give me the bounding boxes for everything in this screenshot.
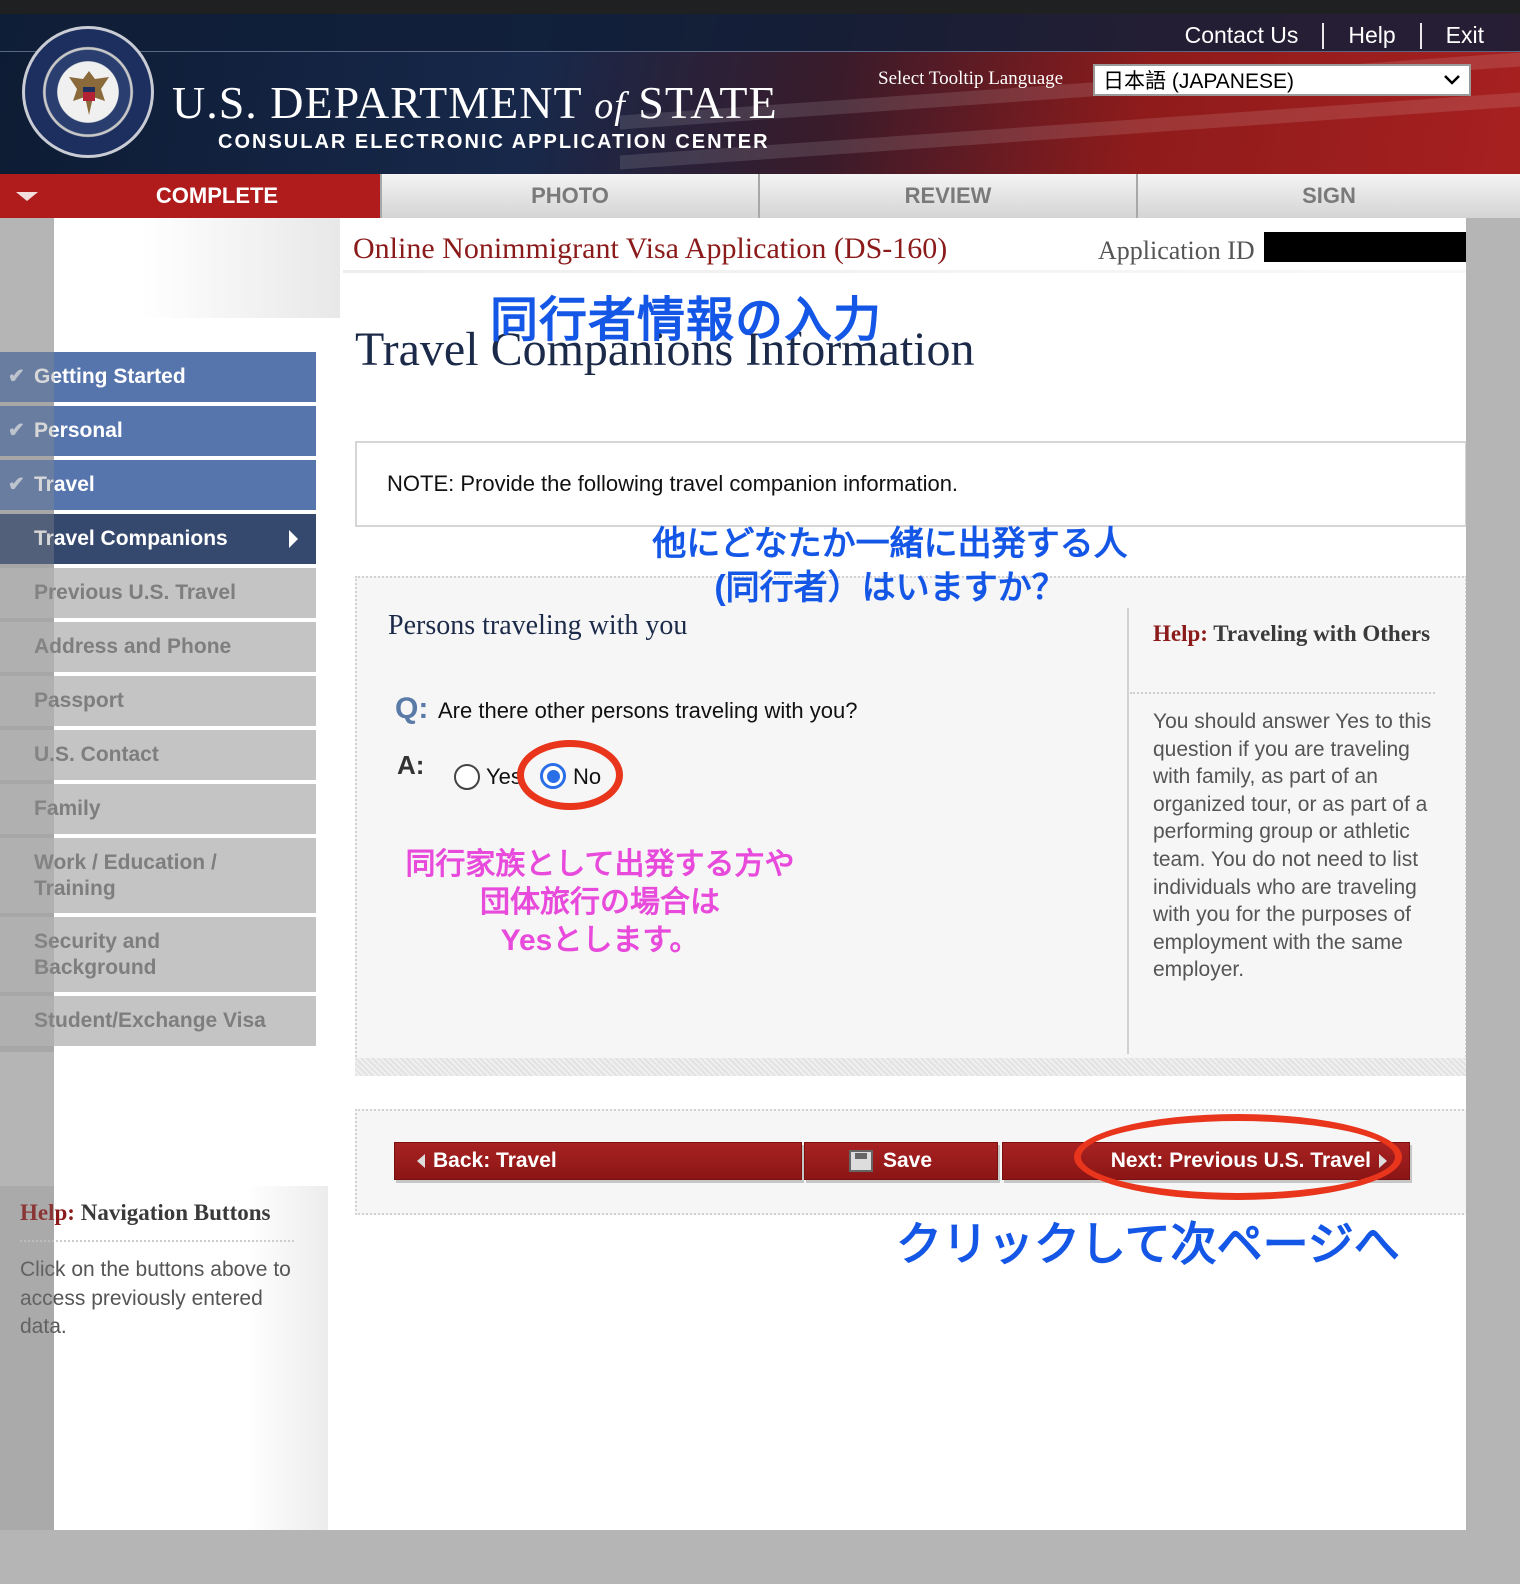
annotation-title-jp: 同行者情報の入力 — [490, 294, 883, 347]
sidebar-item-address-phone: Address and Phone — [0, 622, 316, 672]
check-icon: ✔ — [8, 365, 25, 388]
caret-right-icon — [289, 530, 298, 548]
right-margin — [1466, 218, 1520, 1584]
note-box: NOTE: Provide the following travel compa… — [355, 441, 1467, 527]
top-strip — [0, 0, 1520, 14]
annotation-next-jp: クリックして次ページへ — [896, 1218, 1400, 1270]
nav-help-heading: Help: Navigation Buttons — [20, 1200, 271, 1225]
highlight-ring-no — [517, 740, 623, 810]
eagle-icon — [69, 71, 109, 115]
top-links: Contact Us Help Exit — [1185, 22, 1484, 49]
arrow-left-icon — [417, 1154, 425, 1168]
radio-yes[interactable] — [454, 764, 480, 790]
sidebar-item-previous-us-travel: Previous U.S. Travel — [0, 568, 316, 618]
sidebar-item-student-exchange: Student/Exchange Visa — [0, 996, 316, 1046]
site-header: Contact Us Help Exit U.S. DEPARTMENT of … — [0, 14, 1520, 174]
tab-sign[interactable]: SIGN — [1136, 174, 1520, 218]
left-shade — [54, 218, 340, 318]
nav-help-body: Click on the buttons above to access pre… — [20, 1258, 291, 1338]
check-icon: ✔ — [8, 419, 25, 442]
help-divider — [1127, 608, 1129, 1054]
application-id-redacted — [1264, 232, 1484, 262]
tooltip-language-label: Select Tooltip Language — [878, 68, 1064, 89]
section-label: Persons traveling with you — [388, 610, 688, 641]
help-body: You should answer Yes to this question i… — [1153, 710, 1432, 982]
chevron-down-icon — [1444, 75, 1460, 85]
title-divider — [343, 270, 1466, 273]
save-button[interactable]: Save — [804, 1142, 998, 1180]
caret-down-icon — [16, 191, 38, 201]
department-seal-icon — [22, 26, 154, 158]
tab-complete[interactable]: COMPLETE — [54, 174, 380, 218]
sidebar-item-us-contact: U.S. Contact — [0, 730, 316, 780]
sidebar-item-personal[interactable]: ✔ Personal — [0, 406, 316, 456]
floppy-disk-icon — [849, 1150, 873, 1172]
question-marker: Q: — [395, 692, 429, 725]
application-title: Online Nonimmigrant Visa Application (DS… — [353, 232, 948, 265]
left-lower-shade — [54, 1186, 328, 1530]
nav-help-rule — [20, 1240, 294, 1242]
tab-photo[interactable]: PHOTO — [380, 174, 758, 218]
annotation-hint-jp: 同行家族として出発する方や 団体旅行の場合は Yesとします。 — [405, 848, 795, 957]
help-heading: Help: Traveling with Others — [1153, 621, 1431, 646]
help-link[interactable]: Help — [1348, 22, 1395, 49]
link-separator — [1419, 22, 1422, 49]
link-separator — [1322, 22, 1325, 49]
sidebar-item-work-education: Work / Education / Training — [0, 838, 316, 913]
nav-help-shade — [0, 1186, 54, 1530]
answer-marker: A: — [397, 750, 425, 780]
sidebar-item-travel[interactable]: ✔ Travel — [0, 460, 316, 510]
question-text: Are there other persons traveling with y… — [438, 698, 858, 723]
sidebar-item-passport: Passport — [0, 676, 316, 726]
selected-language: 日本語 (JAPANESE) — [1103, 70, 1294, 93]
contact-us-link[interactable]: Contact Us — [1185, 22, 1299, 49]
sidebar-item-family: Family — [0, 784, 316, 834]
back-button[interactable]: Back: Travel — [394, 1142, 802, 1180]
sidebar-nav: ✔ Getting Started ✔ Personal ✔ Travel Trave… — [0, 352, 316, 1050]
menu-toggle[interactable] — [0, 174, 54, 218]
sidebar-item-travel-companions[interactable]: Travel Companions — [0, 514, 316, 564]
question-panel-footer — [355, 1058, 1467, 1076]
department-title: U.S. DEPARTMENT of STATE — [172, 77, 778, 128]
application-id-label: Application ID — [1098, 236, 1255, 265]
tab-review[interactable]: REVIEW — [758, 174, 1136, 218]
exit-link[interactable]: Exit — [1446, 22, 1484, 49]
annotation-question-jp: 他にどなたか一緒に出発する人 (同行者）はいますか？ — [652, 525, 1128, 607]
sidebar-item-getting-started[interactable]: ✔ Getting Started — [0, 352, 316, 402]
check-icon: ✔ — [8, 473, 25, 496]
help-rule — [1130, 692, 1435, 694]
tooltip-language-select[interactable]: 日本語 (JAPANESE) — [1093, 64, 1471, 96]
department-subtitle: CONSULAR ELECTRONIC APPLICATION CENTER — [218, 131, 770, 153]
progress-tabs: COMPLETE PHOTO REVIEW SIGN — [0, 174, 1520, 218]
sidebar-item-security: Security and Background — [0, 917, 316, 992]
highlight-ring-next — [1074, 1114, 1402, 1200]
